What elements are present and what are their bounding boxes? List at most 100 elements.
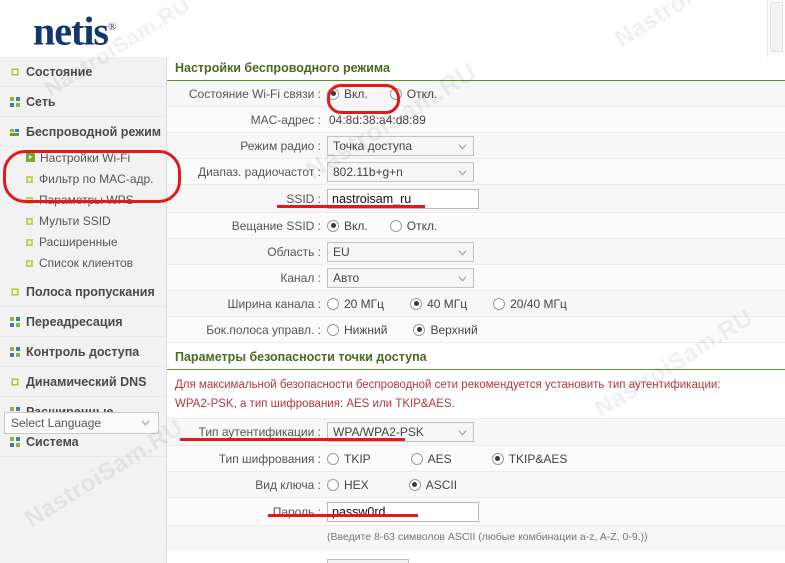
sidebar-item-status[interactable]: Состояние <box>0 57 166 87</box>
radio-circle-icon <box>491 452 504 465</box>
select-radio-mode[interactable]: Точка доступа <box>327 135 474 156</box>
radio-label: Откл. <box>406 86 438 101</box>
label-ssid-broadcast: Вещание SSID : <box>231 218 321 233</box>
radio-encryption-aes[interactable]: AES <box>410 451 452 466</box>
radio-channel-width-20[interactable]: 20 МГц <box>327 297 384 311</box>
row-password: Пароль : passw0rd <box>167 498 785 526</box>
select-auth-type[interactable]: WPA/WPA2-PSK <box>327 422 474 442</box>
chevron-down-icon <box>458 249 467 256</box>
input-value: nastroisam_ru <box>332 191 412 206</box>
label-key-format: Вид ключа : <box>255 477 321 492</box>
row-ssid-broadcast: Вещание SSID : Вкл. Откл. <box>167 213 785 239</box>
small-dot-icon <box>26 259 34 267</box>
radio-key-format-ascii[interactable]: ASCII <box>408 477 458 492</box>
netis-logo: netis® <box>33 5 116 53</box>
password-hint-text: (Введите 8-63 символов ASCII (любые комб… <box>327 531 648 543</box>
radio-circle-icon <box>327 323 339 336</box>
access-control-grid-icon <box>10 346 20 357</box>
label-radio-mode: Режим радио : <box>240 138 321 153</box>
scrollbar-thumb[interactable] <box>770 2 783 52</box>
sidebar: Состояние Сеть Беспроводной режим Настро… <box>0 57 167 563</box>
radio-encryption-tkip-aes[interactable]: TKIP&AES <box>491 451 568 466</box>
small-dot-icon <box>26 217 34 225</box>
radio-sideband-lower[interactable]: Нижний <box>327 323 387 337</box>
sidebar-item-client-list[interactable]: Список клиентов <box>0 252 166 273</box>
sidebar-item-wps[interactable]: Параметры WPS <box>0 189 166 210</box>
chevron-down-icon <box>458 169 467 176</box>
save-button[interactable]: Сохранить <box>327 559 409 563</box>
row-encryption-type: Тип шифрования : TKIP AES TKIP&AES <box>167 446 785 472</box>
radio-channel-width-2040[interactable]: 20/40 МГц <box>493 297 567 311</box>
label-channel: Канал : <box>280 270 321 285</box>
radio-group-channel-width: 20 МГц 40 МГц 20/40 МГц <box>327 297 589 311</box>
label-wifi-state: Состояние Wi-Fi связи : <box>188 86 321 101</box>
sidebar-item-label: Настройки Wi-Fi <box>40 150 131 165</box>
sidebar-item-label: Система <box>26 434 79 449</box>
label-channel-width: Ширина канала : <box>227 296 321 311</box>
radio-circle-icon <box>327 452 339 465</box>
label-auth-type: Тип аутентификации : <box>198 425 321 439</box>
sidebar-item-advanced-wireless[interactable]: Расширенные <box>0 231 166 252</box>
sidebar-item-wireless[interactable]: Беспроводной режим <box>0 117 166 147</box>
active-arrow-icon <box>26 153 35 162</box>
row-mac-address: MAC-адрес : 04:8d:38:a4:d8:89 <box>167 107 785 133</box>
radio-key-format-hex[interactable]: HEX <box>327 478 369 492</box>
radio-group-wifi-state: Вкл. Откл. <box>327 87 459 101</box>
radio-channel-width-40[interactable]: 40 МГц <box>410 297 467 311</box>
sidebar-item-ddns[interactable]: Динамический DNS <box>0 367 166 397</box>
radio-circle-icon <box>493 297 506 310</box>
sidebar-item-label: Список клиентов <box>39 255 134 270</box>
row-sideband: Бок.полоса управл. : Нижний Верхний <box>167 317 785 343</box>
select-value: WPA/WPA2-PSK <box>333 425 424 439</box>
select-radio-band[interactable]: 802.11b+g+n <box>327 161 474 182</box>
radio-wifi-state-on[interactable]: Вкл. <box>327 87 368 101</box>
radio-group-key-format: HEX ASCII <box>327 478 479 492</box>
sidebar-item-mac-filter[interactable]: Фильтр по MAC-адр. <box>0 168 166 189</box>
sidebar-item-wifi-settings[interactable]: Настройки Wi-Fi <box>0 147 166 168</box>
label-password: Пароль : <box>272 504 321 519</box>
language-select-value: Select Language <box>11 416 102 430</box>
chevron-down-icon <box>458 143 467 150</box>
radio-label: Откл. <box>406 218 438 233</box>
radio-circle-icon <box>327 87 339 100</box>
sidebar-item-bandwidth[interactable]: Полоса пропускания <box>0 277 166 307</box>
label-mac-address: MAC-адрес : <box>250 112 321 127</box>
radio-encryption-tkip[interactable]: TKIP <box>327 452 371 466</box>
sidebar-item-label: Контроль доступа <box>26 344 140 359</box>
radio-label: TKIP&AES <box>508 451 568 466</box>
small-dot-icon <box>26 175 34 183</box>
radio-ssid-broadcast-off[interactable]: Откл. <box>389 218 438 233</box>
sidebar-item-multi-ssid[interactable]: Мульти SSID <box>0 210 166 231</box>
select-region[interactable]: EU <box>327 241 474 262</box>
sidebar-item-network[interactable]: Сеть <box>0 87 166 117</box>
radio-circle-icon <box>327 219 339 232</box>
sidebar-item-access-control[interactable]: Контроль доступа <box>0 337 166 367</box>
input-ssid[interactable]: nastroisam_ru <box>327 188 479 209</box>
radio-label: Вкл. <box>344 86 368 101</box>
bandwidth-dot-icon <box>10 287 20 297</box>
network-grid-icon <box>10 96 20 107</box>
radio-sideband-upper[interactable]: Верхний <box>413 323 478 337</box>
label-ssid: SSID : <box>286 191 321 206</box>
radio-label: 40 МГц <box>427 296 468 311</box>
radio-circle-icon <box>408 478 421 491</box>
radio-group-ssid-broadcast: Вкл. Откл. <box>327 219 459 233</box>
row-radio-band: Диапаз. радиочастот : 802.11b+g+n <box>167 159 785 185</box>
status-dot-icon <box>10 67 20 77</box>
chevron-down-icon <box>458 275 467 282</box>
language-select[interactable]: Select Language <box>4 412 159 434</box>
input-password[interactable]: passw0rd <box>327 501 479 522</box>
sidebar-item-forwarding[interactable]: Переадресация <box>0 307 166 337</box>
radio-ssid-broadcast-on[interactable]: Вкл. <box>327 219 368 233</box>
sidebar-item-label: Беспроводной режим <box>26 124 162 139</box>
page-scrollbar[interactable] <box>767 0 785 57</box>
radio-label: ASCII <box>425 477 458 492</box>
radio-circle-icon <box>410 297 423 310</box>
router-admin-page: NastroiSam.RU NastroiSam.RU NastroiSam.R… <box>0 0 785 563</box>
radio-label: AES <box>427 451 452 466</box>
sidebar-item-label: Состояние <box>26 64 93 79</box>
radio-wifi-state-off[interactable]: Откл. <box>389 86 438 101</box>
select-channel[interactable]: Авто <box>327 267 474 288</box>
radio-circle-icon <box>389 87 402 100</box>
language-selector-wrap: Select Language <box>4 412 159 434</box>
